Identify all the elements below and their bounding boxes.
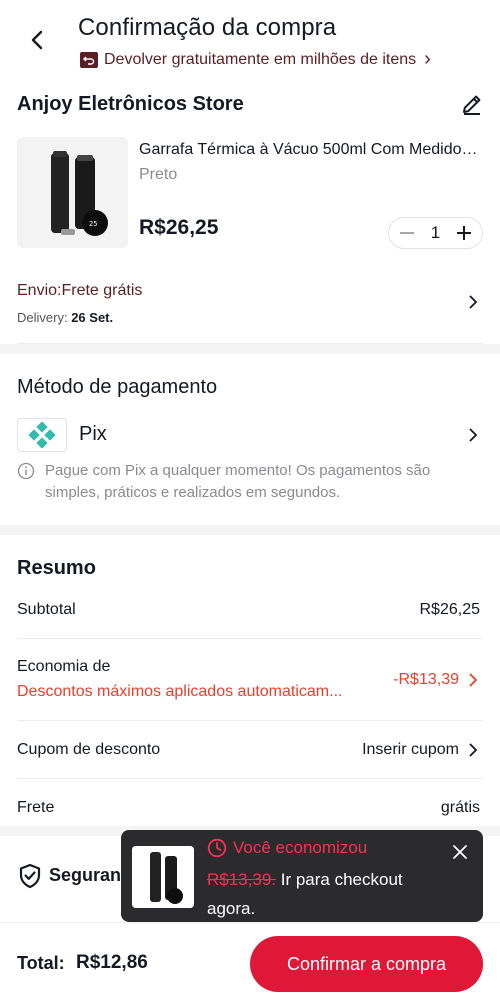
total-label: Total: <box>17 953 65 973</box>
thermal-bottle-image <box>132 846 194 908</box>
payment-method-name: Pix <box>79 423 107 445</box>
divider <box>17 720 483 721</box>
product-image[interactable]: 25 <box>17 137 128 248</box>
store-name[interactable]: Anjoy Eletrônicos Store <box>17 93 244 116</box>
savings-value: -R$13,39 <box>393 671 459 688</box>
subtotal-value: R$26,25 <box>419 601 481 618</box>
edit-pencil-icon[interactable] <box>460 92 484 116</box>
increase-quantity-button[interactable] <box>454 223 474 243</box>
toast-message: R$13,39. Ir para checkout agora. <box>207 865 447 923</box>
shield-check-icon <box>19 863 41 889</box>
confirm-purchase-button[interactable]: Confirmar a compra <box>250 936 483 992</box>
bottom-bar: Total: R$12,86 Confirmar a compra <box>0 922 500 1005</box>
quantity-stepper: 1 <box>388 217 483 249</box>
product-variant: Preto <box>139 166 178 183</box>
chevron-right-icon <box>469 295 478 309</box>
pix-icon <box>29 422 55 448</box>
close-icon[interactable] <box>451 843 469 861</box>
quantity-value: 1 <box>430 223 441 242</box>
freight-value: grátis <box>440 799 480 816</box>
chevron-right-icon: › <box>424 48 431 70</box>
pix-logo <box>17 418 67 452</box>
shipping-label: Envio:Frete grátis <box>17 282 143 299</box>
chevron-right-icon <box>469 673 478 687</box>
divider <box>17 778 483 779</box>
toast-product-image <box>132 846 194 908</box>
savings-toast[interactable]: Você economizou R$13,39. Ir para checkou… <box>121 830 483 922</box>
top-header: Confirmação da compra Devolver gratuitam… <box>0 0 500 82</box>
delivery-prefix: Delivery: <box>17 310 68 325</box>
divider <box>17 638 483 639</box>
delivery-date: Delivery: 26 Set. <box>17 310 113 325</box>
savings-label: Economia de <box>17 658 111 675</box>
payment-note: Pague com Pix a qualquer momento! Os pag… <box>45 462 431 501</box>
delivery-date-value: 26 Set. <box>71 310 114 325</box>
free-return-text: Devolver gratuitamente em milhões de ite… <box>104 50 417 68</box>
product-price: R$26,25 <box>139 216 219 239</box>
security-label: Seguranç <box>49 865 132 885</box>
info-icon <box>17 462 35 480</box>
free-return-banner[interactable]: Devolver gratuitamente em milhões de ite… <box>80 48 431 71</box>
decrease-quantity-button[interactable] <box>397 223 417 243</box>
chevron-right-icon <box>469 743 478 757</box>
product-title: Garrafa Térmica à Vácuo 500ml Com Medido… <box>139 141 479 158</box>
total-value: R$12,86 <box>76 952 148 973</box>
page-title: Confirmação da compra <box>78 14 337 41</box>
thermal-bottle-image: 25 <box>17 137 128 248</box>
savings-description: Descontos máximos aplicados automaticam.… <box>17 683 343 700</box>
chevron-right-icon <box>469 428 478 442</box>
coupon-value: Inserir cupom <box>362 741 459 758</box>
back-arrow-icon[interactable] <box>26 28 50 52</box>
subtotal-label: Subtotal <box>17 601 76 618</box>
return-icon <box>80 51 98 68</box>
section-divider <box>0 344 500 354</box>
coupon-label: Cupom de desconto <box>17 741 161 758</box>
toast-heading: Você economizou <box>207 838 367 858</box>
toast-amount: R$13,39. <box>207 870 276 889</box>
svg-text:25: 25 <box>89 220 97 228</box>
summary-section-title: Resumo <box>17 557 96 579</box>
toast-heading-text: Você economizou <box>233 838 368 857</box>
freight-label: Frete <box>17 799 55 816</box>
payment-section-title: Método de pagamento <box>17 376 218 398</box>
clock-icon <box>207 838 227 858</box>
section-divider <box>0 525 500 535</box>
